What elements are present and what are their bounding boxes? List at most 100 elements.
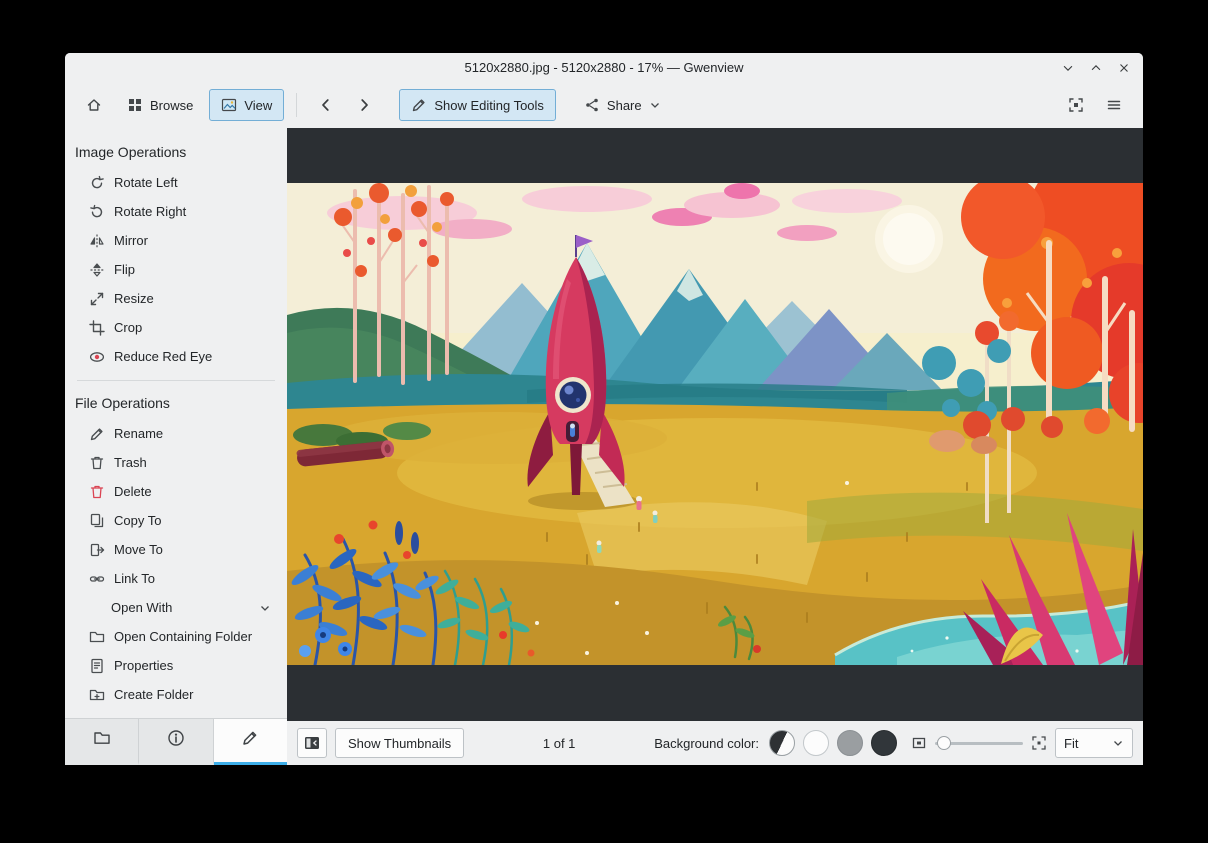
edit-pencil-icon [411, 97, 427, 113]
sidebar-item-label: Trash [114, 455, 147, 470]
sidebar-item-label: Create Folder [114, 687, 194, 702]
sidebar-item-label: Flip [114, 262, 135, 277]
sidebar-item-label: Reduce Red Eye [114, 349, 213, 364]
zoom-slider-handle[interactable] [937, 736, 951, 750]
sidebar-item-label: Rotate Right [114, 204, 187, 219]
bg-auto-swatch[interactable] [769, 730, 795, 756]
view-image-icon [221, 97, 237, 113]
view-button[interactable]: View [209, 89, 285, 121]
minimize-icon[interactable] [1059, 59, 1077, 77]
window-controls [1059, 53, 1133, 82]
share-button[interactable]: Share [572, 89, 673, 121]
page-indicator: 1 of 1 [542, 735, 576, 751]
create-folder-icon [89, 687, 105, 703]
open-folder-icon [89, 629, 105, 645]
zoom-slider[interactable] [935, 730, 1023, 756]
home-button[interactable] [77, 89, 111, 121]
back-button[interactable] [309, 89, 343, 121]
sidebar-item-copy-to[interactable]: Copy To [65, 506, 287, 535]
sidebar-item-move-to[interactable]: Move To [65, 535, 287, 564]
bg-dark-swatch[interactable] [871, 730, 897, 756]
trash-icon [89, 455, 105, 471]
sidebar-item-crop[interactable]: Crop [65, 313, 287, 342]
chevron-down-icon [649, 99, 661, 111]
operations-sidebar: Image Operations Rotate Left Rotate Righ… [65, 128, 287, 765]
toolbar-separator [296, 93, 298, 117]
back-icon [318, 97, 334, 113]
sidebar-item-delete[interactable]: Delete [65, 477, 287, 506]
fullscreen-button[interactable] [1059, 89, 1093, 121]
sidebar-tab-bar [65, 718, 287, 765]
sidebar-item-label: Mirror [114, 233, 148, 248]
file-operations-title: File Operations [75, 395, 170, 411]
link-icon [89, 571, 105, 587]
sidebar-item-flip[interactable]: Flip [65, 255, 287, 284]
sidebar-toggle-icon [305, 737, 319, 749]
menu-button[interactable] [1097, 89, 1131, 121]
sidebar-item-rename[interactable]: Rename [65, 419, 287, 448]
tab-information[interactable] [139, 719, 214, 765]
copy-icon [89, 513, 105, 529]
bg-gray-swatch[interactable] [837, 730, 863, 756]
main-toolbar: Browse View Show Editing Tools Share [65, 82, 1143, 128]
image-viewer[interactable] [287, 128, 1143, 721]
sidebar-toggle-button[interactable] [297, 728, 327, 758]
titlebar[interactable]: 5120x2880.jpg - 5120x2880 - 17% — Gwenvi… [65, 53, 1143, 82]
sidebar-item-label: Copy To [114, 513, 162, 528]
sidebar-item-reduce-red-eye[interactable]: Reduce Red Eye [65, 342, 287, 371]
browse-button[interactable]: Browse [115, 89, 205, 121]
sidebar-item-label: Properties [114, 658, 174, 673]
bg-white-swatch[interactable] [803, 730, 829, 756]
sidebar-item-create-folder[interactable]: Create Folder [65, 680, 287, 709]
window-title: 5120x2880.jpg - 5120x2880 - 17% — Gwenvi… [464, 60, 744, 75]
image-operations-title: Image Operations [75, 144, 187, 160]
close-icon[interactable] [1115, 59, 1133, 77]
folder-tab-icon [93, 729, 111, 752]
sidebar-item-label: Open Containing Folder [114, 629, 253, 644]
sidebar-item-open-containing-folder[interactable]: Open Containing Folder [65, 622, 287, 651]
show-editing-tools-label: Show Editing Tools [434, 97, 544, 113]
sidebar-item-rotate-right[interactable]: Rotate Right [65, 197, 287, 226]
rotate-left-icon [89, 175, 105, 191]
sidebar-item-properties[interactable]: Properties [65, 651, 287, 680]
sidebar-item-label: Link To [114, 571, 155, 586]
sidebar-item-label: Rotate Left [114, 175, 178, 190]
show-editing-tools-button[interactable]: Show Editing Tools [399, 89, 556, 121]
displayed-photo[interactable] [287, 183, 1143, 665]
tab-operations[interactable] [213, 719, 287, 765]
sidebar-item-mirror[interactable]: Mirror [65, 226, 287, 255]
sidebar-item-link-to[interactable]: Link To [65, 564, 287, 593]
fit-screen-icon [1068, 97, 1084, 113]
info-tab-icon [167, 729, 185, 752]
zoom-actual-size-icon[interactable] [1031, 735, 1047, 751]
desktop: { "window_title": "5120x2880.jpg - 5120x… [0, 0, 1208, 843]
sidebar-divider [77, 380, 275, 381]
crop-icon [89, 319, 105, 336]
browse-button-label: Browse [150, 97, 194, 113]
maximize-icon[interactable] [1087, 59, 1105, 77]
sidebar-item-label: Rename [114, 426, 164, 441]
sidebar-item-trash[interactable]: Trash [65, 448, 287, 477]
sidebar-item-label: Delete [114, 484, 152, 499]
sidebar-item-label: Crop [114, 320, 143, 335]
show-thumbnails-button[interactable]: Show Thumbnails [335, 728, 465, 758]
sidebar-item-label: Resize [114, 291, 154, 306]
sidebar-item-rotate-left[interactable]: Rotate Left [65, 168, 287, 197]
zoom-to-fit-icon[interactable] [911, 735, 927, 751]
share-icon [584, 97, 600, 113]
resize-icon [89, 291, 105, 307]
zoom-mode-dropdown[interactable]: Fit [1055, 728, 1133, 758]
home-icon [86, 97, 102, 113]
hamburger-menu-icon [1106, 97, 1122, 113]
statusbar: Show Thumbnails 1 of 1 Background color: [287, 721, 1143, 765]
sidebar-item-resize[interactable]: Resize [65, 284, 287, 313]
share-button-label: Share [606, 97, 642, 113]
forward-button[interactable] [347, 89, 381, 121]
tab-folders[interactable] [65, 719, 140, 765]
delete-icon [89, 484, 105, 500]
background-color-label: Background color: [654, 735, 759, 751]
flip-icon [89, 262, 105, 278]
rename-icon [89, 426, 105, 442]
view-button-label: View [244, 97, 273, 113]
sidebar-item-open-with[interactable]: Open With [65, 593, 287, 622]
